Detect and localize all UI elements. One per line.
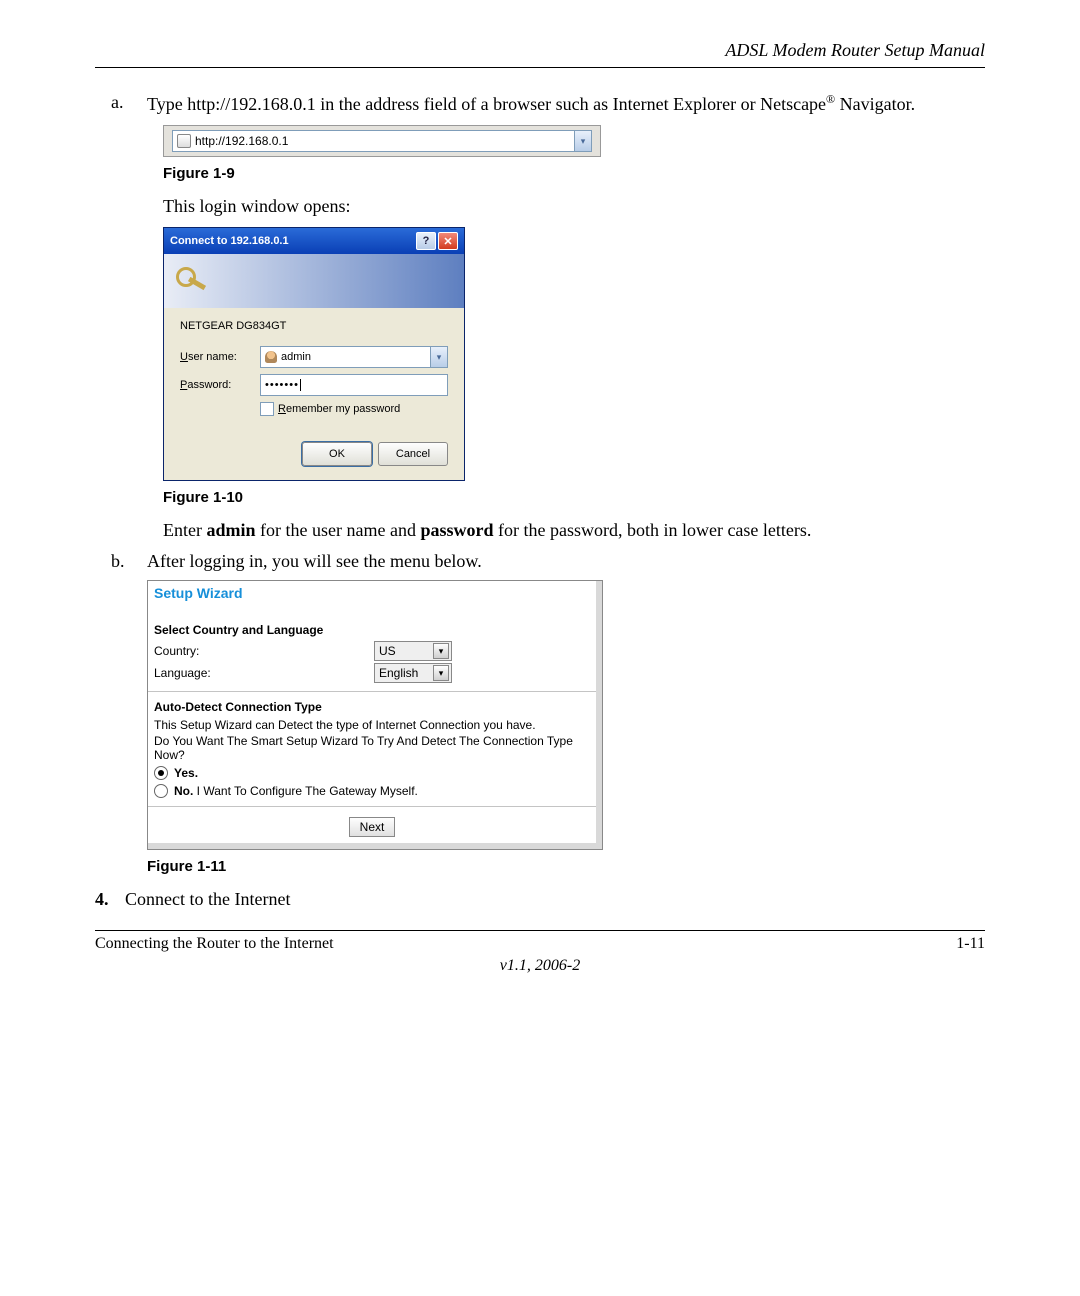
device-name: NETGEAR DG834GT <box>180 320 448 332</box>
top-rule <box>95 67 985 68</box>
figure-1-11-label: Figure 1-11 <box>147 858 985 875</box>
radio-no-label: No. I Want To Configure The Gateway Myse… <box>174 784 418 798</box>
radio-no[interactable] <box>154 784 168 798</box>
item-a-text1: Type http://192.168.0.1 in the address f… <box>147 94 826 114</box>
remember-checkbox[interactable] <box>260 402 274 416</box>
footer-left: Connecting the Router to the Internet <box>95 935 334 953</box>
chevron-down-icon[interactable]: ▾ <box>433 665 449 681</box>
language-value: English <box>379 666 418 680</box>
radio-yes-label: Yes. <box>174 766 198 780</box>
globe-icon <box>177 134 191 148</box>
password-field[interactable]: ••••••• <box>260 374 448 396</box>
wizard-section1: Select Country and Language <box>154 623 590 637</box>
figure-1-10-label: Figure 1-10 <box>163 489 985 506</box>
username-value: admin <box>281 351 311 363</box>
wizard-section2: Auto-Detect Connection Type <box>154 700 590 714</box>
radio-yes[interactable] <box>154 766 168 780</box>
username-field[interactable]: admin ▾ <box>260 346 448 368</box>
list-item-a: a. Type http://192.168.0.1 in the addres… <box>111 92 985 115</box>
address-url: http://192.168.0.1 <box>195 134 288 148</box>
help-icon[interactable]: ? <box>416 232 436 250</box>
enter-instruction: Enter admin for the user name and passwo… <box>163 520 985 541</box>
step-4-number: 4. <box>95 889 125 910</box>
step-4: 4. Connect to the Internet <box>95 889 985 910</box>
language-label: Language: <box>154 666 374 680</box>
footer-version: v1.1, 2006-2 <box>95 957 985 975</box>
keys-icon <box>176 267 208 295</box>
country-select[interactable]: US ▾ <box>374 641 452 661</box>
password-label: Password: <box>180 379 260 391</box>
close-icon[interactable]: ✕ <box>438 232 458 250</box>
marker-b: b. <box>111 551 147 572</box>
item-b-text: After logging in, you will see the menu … <box>147 551 985 572</box>
login-dialog: Connect to 192.168.0.1 ? ✕ NETGEAR DG834… <box>163 227 465 481</box>
step-4-text: Connect to the Internet <box>125 889 290 910</box>
address-input[interactable]: http://192.168.0.1 ▾ <box>172 130 592 152</box>
marker-a: a. <box>111 92 147 115</box>
page-number: 1-11 <box>956 935 985 953</box>
list-item-b: b. After logging in, you will see the me… <box>111 551 985 572</box>
cancel-button[interactable]: Cancel <box>378 442 448 466</box>
chevron-down-icon[interactable]: ▾ <box>433 643 449 659</box>
next-button[interactable]: Next <box>349 817 396 837</box>
dialog-title: Connect to 192.168.0.1 <box>170 235 289 247</box>
person-icon <box>265 351 277 363</box>
dialog-banner <box>164 254 464 308</box>
language-select[interactable]: English ▾ <box>374 663 452 683</box>
password-value: ••••••• <box>265 379 299 391</box>
login-intro: This login window opens: <box>163 196 985 217</box>
username-label: User name: <box>180 351 260 363</box>
address-bar-figure: http://192.168.0.1 ▾ <box>163 125 601 157</box>
reg-mark: ® <box>826 92 835 106</box>
figure-1-9-label: Figure 1-9 <box>163 165 985 182</box>
wizard-desc2: Do You Want The Smart Setup Wizard To Tr… <box>154 734 590 762</box>
item-a-text2: Navigator. <box>835 94 915 114</box>
wizard-desc1: This Setup Wizard can Detect the type of… <box>154 718 590 732</box>
setup-wizard-figure: Setup Wizard Select Country and Language… <box>147 580 603 850</box>
bottom-rule <box>95 930 985 931</box>
footer: Connecting the Router to the Internet 1-… <box>95 935 985 953</box>
country-value: US <box>379 644 396 658</box>
ok-button[interactable]: OK <box>302 442 372 466</box>
manual-header: ADSL Modem Router Setup Manual <box>95 40 985 61</box>
remember-label: Remember my password <box>278 403 400 415</box>
chevron-down-icon[interactable]: ▾ <box>430 347 447 367</box>
address-dropdown-icon[interactable]: ▾ <box>574 131 591 151</box>
wizard-title: Setup Wizard <box>154 585 596 601</box>
country-label: Country: <box>154 644 374 658</box>
dialog-titlebar: Connect to 192.168.0.1 ? ✕ <box>164 228 464 254</box>
item-a-body: Type http://192.168.0.1 in the address f… <box>147 92 985 115</box>
